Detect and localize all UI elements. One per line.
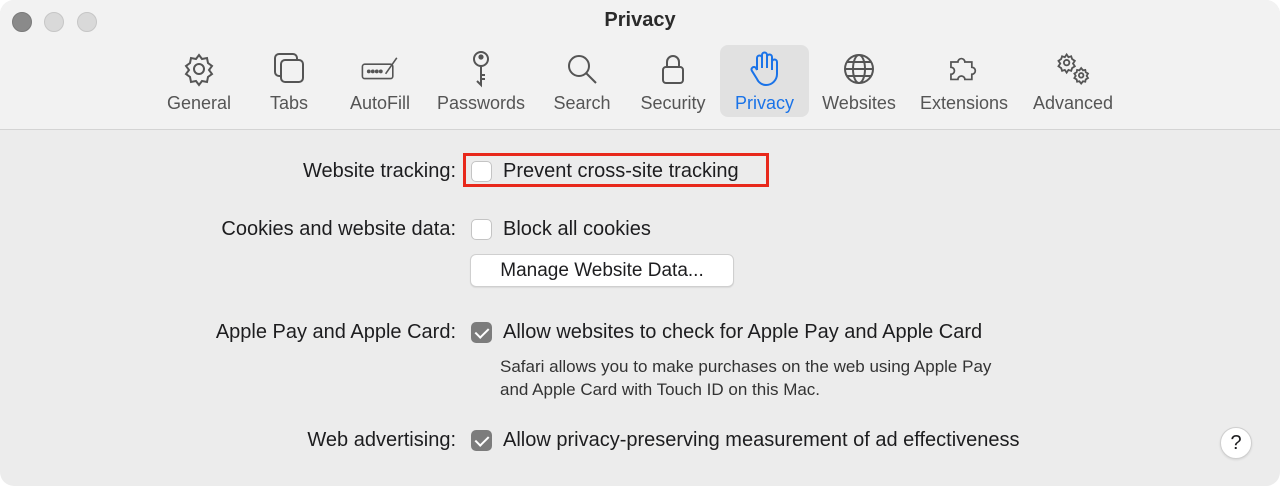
title-bar: Privacy General Tabs AutoFill Passwords …: [0, 0, 1280, 130]
apple-pay-checkbox[interactable]: [471, 322, 492, 343]
toolbar-advanced-label: Advanced: [1032, 93, 1114, 113]
apple-pay-description-line2: and Apple Card with Touch ID on this Mac…: [500, 380, 821, 399]
toolbar-general[interactable]: General: [160, 45, 238, 117]
autofill-icon: [360, 49, 400, 89]
ad-measurement-text[interactable]: Allow privacy-preserving measurement of …: [503, 429, 1020, 452]
toolbar-extensions-label: Extensions: [919, 93, 1009, 113]
toolbar-websites[interactable]: Websites: [816, 45, 902, 117]
toolbar-autofill[interactable]: AutoFill: [340, 45, 420, 117]
toolbar-advanced[interactable]: Advanced: [1028, 45, 1118, 117]
ad-measurement-checkbox[interactable]: [471, 430, 492, 451]
window-title: Privacy: [604, 9, 676, 31]
key-icon: [461, 49, 501, 89]
block-all-cookies-checkbox[interactable]: [471, 219, 492, 240]
hand-icon: [745, 49, 785, 89]
apple-pay-description-line1: Safari allows you to make purchases on t…: [500, 357, 992, 376]
web-advertising-label: Web advertising:: [307, 429, 456, 451]
toolbar-general-label: General: [166, 93, 232, 113]
toolbar-privacy-label: Privacy: [734, 93, 794, 113]
manage-website-data-button[interactable]: Manage Website Data...: [470, 254, 734, 287]
toolbar-security[interactable]: Security: [634, 45, 712, 117]
highlight-box: [463, 153, 769, 187]
block-all-cookies-text[interactable]: Block all cookies: [503, 218, 651, 241]
toolbar-tabs[interactable]: Tabs: [255, 45, 323, 117]
lock-icon: [653, 49, 693, 89]
toolbar-websites-label: Websites: [822, 93, 896, 113]
toolbar-privacy[interactable]: Privacy: [720, 45, 809, 117]
preferences-window: Privacy General Tabs AutoFill Passwords …: [0, 0, 1280, 486]
apple-pay-text[interactable]: Allow websites to check for Apple Pay an…: [503, 321, 982, 344]
toolbar-passwords[interactable]: Passwords: [432, 45, 530, 117]
help-button[interactable]: ?: [1220, 427, 1252, 459]
website-tracking-label: Website tracking:: [302, 160, 456, 182]
gears-icon: [1053, 49, 1093, 89]
toolbar-search[interactable]: Search: [546, 45, 618, 117]
toolbar-extensions[interactable]: Extensions: [914, 45, 1014, 117]
magnifier-icon: [562, 49, 602, 89]
gear-icon: [179, 49, 219, 89]
toolbar-security-label: Security: [640, 93, 706, 113]
toolbar-passwords-label: Passwords: [436, 93, 526, 113]
toolbar-autofill-label: AutoFill: [349, 93, 411, 113]
tabs-icon: [269, 49, 309, 89]
toolbar-tabs-label: Tabs: [269, 93, 309, 113]
puzzle-icon: [944, 49, 984, 89]
toolbar-search-label: Search: [553, 93, 611, 113]
globe-icon: [839, 49, 879, 89]
cookies-label: Cookies and website data:: [221, 218, 456, 240]
apple-pay-label: Apple Pay and Apple Card:: [215, 321, 456, 343]
